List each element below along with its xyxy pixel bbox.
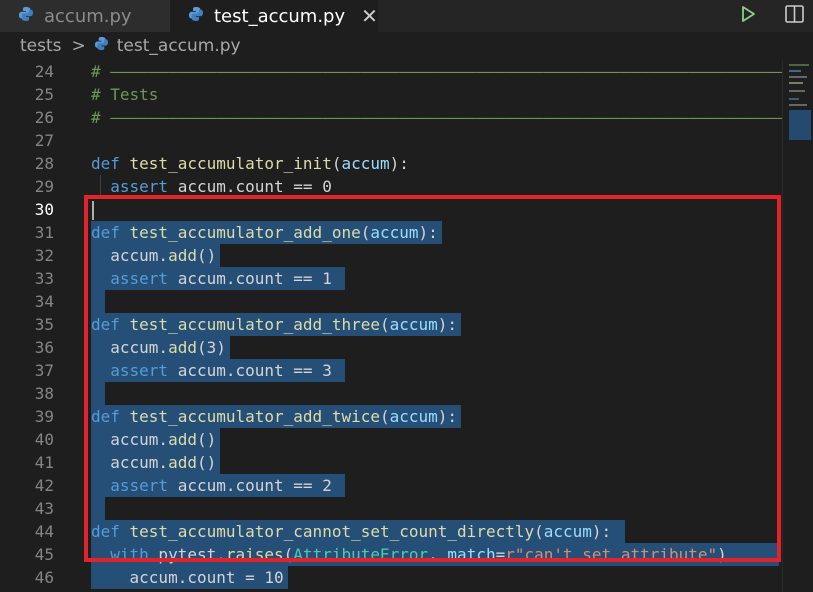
line-number: 46 xyxy=(34,568,54,587)
line-number: 29 xyxy=(34,177,54,196)
line-number: 41 xyxy=(34,453,54,472)
line-number: 42 xyxy=(34,476,54,495)
line-number: 27 xyxy=(34,131,54,150)
minimap-line xyxy=(789,76,807,78)
code-text: accum.count = 10 xyxy=(91,566,284,589)
run-icon[interactable] xyxy=(738,4,758,28)
breadcrumb-separator: > xyxy=(71,36,86,56)
code-text: def test_accumulator_init(accum): xyxy=(91,152,409,175)
code-line[interactable]: 27 xyxy=(0,129,782,152)
split-editor-icon[interactable] xyxy=(784,3,806,29)
code-token: test_accumulator_init xyxy=(129,154,332,173)
line-number: 39 xyxy=(34,407,54,426)
line-number: 25 xyxy=(34,85,54,104)
tab-bar: accum.py test_accum.py ✕ xyxy=(0,0,813,32)
code-token: accum.count == 0 xyxy=(168,177,332,196)
tab-accum-py[interactable]: accum.py xyxy=(0,0,170,32)
line-number: 34 xyxy=(34,292,54,311)
minimap-selection xyxy=(789,110,811,140)
line-number: 40 xyxy=(34,430,54,449)
code-text: # ——————————————————————————————————————… xyxy=(91,60,782,83)
python-file-icon xyxy=(94,36,109,56)
line-number: 43 xyxy=(34,499,54,518)
tab-label: accum.py xyxy=(44,5,132,27)
line-number: 31 xyxy=(34,223,54,242)
code-text: # ——————————————————————————————————————… xyxy=(91,106,782,129)
line-number: 44 xyxy=(34,522,54,541)
line-number: 36 xyxy=(34,338,54,357)
code-line[interactable]: 25 # Tests xyxy=(0,83,782,106)
python-file-icon xyxy=(18,6,34,27)
breadcrumb-folder[interactable]: tests xyxy=(20,36,62,56)
minimap-line xyxy=(789,90,805,92)
code-token: accum.count = 10 xyxy=(91,568,284,587)
line-number: 38 xyxy=(34,384,54,403)
minimap-line xyxy=(789,70,801,72)
code-token: # Tests xyxy=(91,85,159,104)
python-file-icon xyxy=(188,6,204,27)
line-number: 24 xyxy=(34,62,54,81)
breadcrumb: tests > test_accum.py xyxy=(0,32,813,60)
line-number: 32 xyxy=(34,246,54,265)
code-token: # ——————————————————————————————————————… xyxy=(91,108,782,127)
code-token: ): xyxy=(389,154,409,173)
code-line[interactable]: 28 def test_accumulator_init(accum): xyxy=(0,152,782,175)
minimap-line xyxy=(789,82,803,84)
annotation-highlight-box xyxy=(84,195,781,562)
line-number: 26 xyxy=(34,108,54,127)
breadcrumb-file[interactable]: test_accum.py xyxy=(117,36,241,56)
code-token: accum xyxy=(341,154,390,173)
code-token: assert xyxy=(110,177,169,196)
code-line[interactable]: 24 # ————————————————————————————————————… xyxy=(0,60,782,83)
line-number: 35 xyxy=(34,315,54,334)
minimap-line xyxy=(789,104,807,106)
close-icon[interactable]: ✕ xyxy=(361,4,378,28)
code-token: # ——————————————————————————————————————… xyxy=(91,62,782,81)
line-number: 33 xyxy=(34,269,54,288)
minimap-line xyxy=(789,64,809,66)
line-number: 28 xyxy=(34,154,54,173)
code-line[interactable]: 46 accum.count = 10 xyxy=(0,566,782,589)
line-number: 37 xyxy=(34,361,54,380)
line-number: 45 xyxy=(34,545,54,564)
minimap[interactable] xyxy=(782,60,813,592)
code-text: # Tests xyxy=(91,83,158,106)
line-number: 30 xyxy=(34,200,54,219)
code-line[interactable]: 26 # ————————————————————————————————————… xyxy=(0,106,782,129)
tab-label: test_accum.py xyxy=(214,5,346,27)
tab-test-accum-py[interactable]: test_accum.py ✕ xyxy=(170,0,378,32)
minimap-line xyxy=(789,98,799,100)
code-token: def xyxy=(91,154,130,173)
